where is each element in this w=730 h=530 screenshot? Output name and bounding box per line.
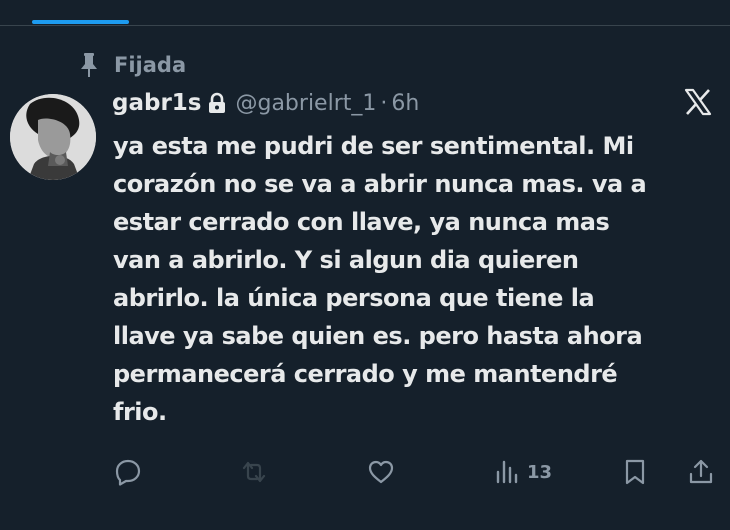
tweet-line: abrirlo. la única persona que tiene la xyxy=(113,284,595,312)
active-tab-indicator xyxy=(32,20,129,24)
views-button[interactable]: 13 xyxy=(493,458,552,486)
header-separator: · xyxy=(380,90,388,116)
author-display-name[interactable]: gabr1s xyxy=(112,90,201,116)
reply-icon xyxy=(115,459,141,486)
tweet-screen: Fijada gabr1s @gabrielrt_1 · 6h ya esta … xyxy=(0,0,730,530)
lock-icon xyxy=(209,92,226,113)
retweet-icon xyxy=(242,461,266,483)
tweet-text: ya esta me pudri de ser sentimental. Mi … xyxy=(113,127,713,431)
profile-tab-bar xyxy=(0,0,730,26)
share-icon xyxy=(689,459,713,484)
avatar[interactable] xyxy=(10,94,96,180)
like-button[interactable] xyxy=(367,458,395,486)
bookmark-button[interactable] xyxy=(621,458,649,486)
like-icon xyxy=(368,460,394,484)
tweet-line: ya esta me pudri de ser sentimental. Mi xyxy=(113,132,634,160)
tweet-timestamp[interactable]: 6h xyxy=(391,91,419,116)
share-button[interactable] xyxy=(687,458,715,486)
x-logo-icon xyxy=(684,88,712,116)
tweet-line: permanecerá cerrado y me mantendré xyxy=(113,360,618,388)
author-handle[interactable]: @gabrielrt_1 xyxy=(235,91,376,116)
pinned-label: Fijada xyxy=(114,53,187,77)
pin-icon xyxy=(81,53,97,77)
tweet-line: frio. xyxy=(113,398,167,426)
reply-button[interactable] xyxy=(114,458,142,486)
tweet-actions: 13 xyxy=(0,450,730,494)
tweet-line: estar cerrado con llave, ya nunca mas xyxy=(113,208,610,236)
tweet-line: van a abrirlo. Y si algun dia quieren xyxy=(113,246,579,274)
bookmark-icon xyxy=(625,459,645,485)
retweet-button[interactable] xyxy=(240,458,268,486)
tweet-header: gabr1s @gabrielrt_1 · 6h xyxy=(112,86,419,120)
avatar-image xyxy=(10,94,96,180)
views-icon xyxy=(496,460,518,484)
views-count: 13 xyxy=(527,461,553,483)
pinned-indicator: Fijada xyxy=(78,50,186,80)
tweet-line: llave ya sabe quien es. pero hasta ahora xyxy=(113,322,643,350)
tweet-line: corazón no se va a abrir nunca mas. va a xyxy=(113,170,647,198)
